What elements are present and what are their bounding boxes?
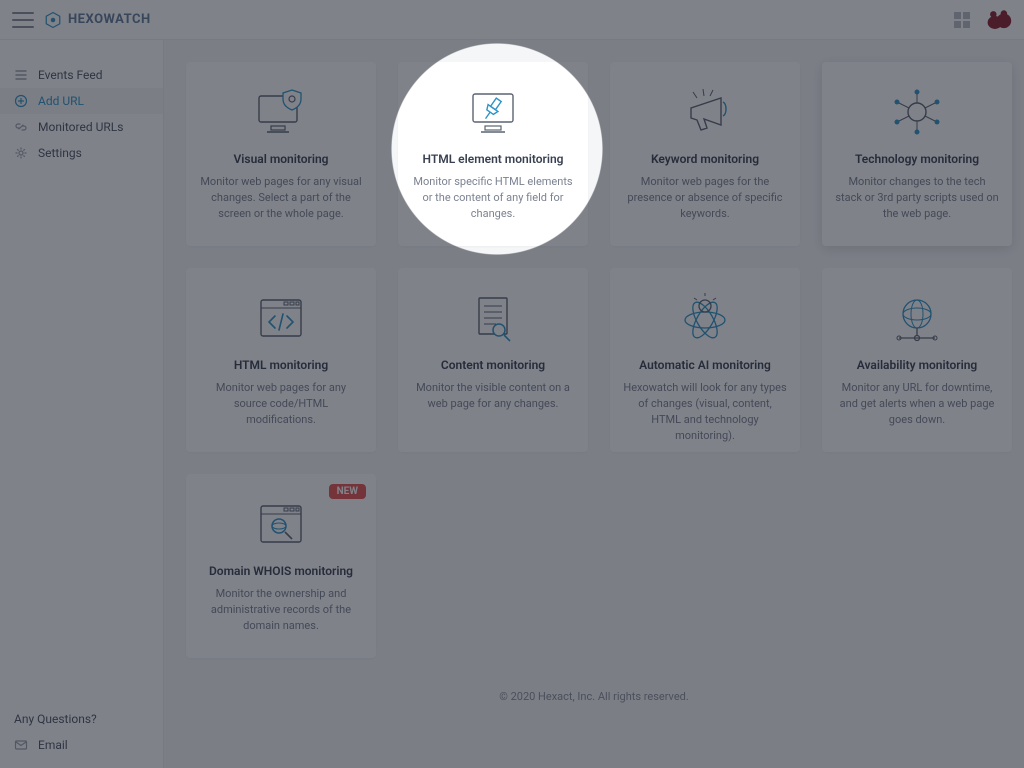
- menu-toggle-icon[interactable]: [12, 12, 34, 28]
- sidebar-item-add-url[interactable]: Add URL: [0, 88, 163, 114]
- sidebar-item-settings[interactable]: Settings: [0, 140, 163, 166]
- brand-text: HEXOWATCH: [68, 12, 151, 27]
- card-desc: Monitor the ownership and administrative…: [198, 586, 364, 634]
- questions-label: Any Questions?: [14, 712, 149, 726]
- sidebar: Events Feed Add URL Monitored URLs Setti…: [0, 40, 164, 768]
- card-content-monitoring[interactable]: Content monitoring Monitor the visible c…: [398, 268, 588, 452]
- card-html-element-monitoring[interactable]: HTML element monitoring Monitor specific…: [398, 62, 588, 246]
- code-window-icon: [198, 286, 364, 350]
- card-title: Domain WHOIS monitoring: [198, 564, 364, 578]
- sidebar-item-email[interactable]: Email: [14, 738, 149, 752]
- card-desc: Monitor any URL for downtime, and get al…: [834, 380, 1000, 428]
- avatar[interactable]: [986, 9, 1012, 31]
- brand-hex-icon: [44, 11, 62, 29]
- plus-circle-icon: [14, 94, 28, 108]
- sidebar-item-monitored-urls[interactable]: Monitored URLs: [0, 114, 163, 140]
- megaphone-icon: [622, 80, 788, 144]
- sidebar-item-label: Monitored URLs: [38, 120, 123, 134]
- mail-icon: [14, 738, 28, 752]
- card-title: Visual monitoring: [198, 152, 364, 166]
- card-keyword-monitoring[interactable]: Keyword monitoring Monitor web pages for…: [610, 62, 800, 246]
- card-desc: Monitor the visible content on a web pag…: [410, 380, 576, 412]
- card-title: Content monitoring: [410, 358, 576, 372]
- card-desc: Monitor web pages for any visual changes…: [198, 174, 364, 222]
- link-icon: [14, 120, 28, 134]
- monitor-pushpin-icon: [410, 80, 576, 144]
- card-availability-monitoring[interactable]: Availability monitoring Monitor any URL …: [822, 268, 1012, 452]
- card-title: Technology monitoring: [834, 152, 1000, 166]
- sidebar-item-label: Events Feed: [38, 68, 103, 82]
- footer-copyright: © 2020 Hexact, Inc. All rights reserved.: [186, 658, 1002, 719]
- card-automatic-ai-monitoring[interactable]: Automatic AI monitoring Hexowatch will l…: [610, 268, 800, 452]
- atom-bulb-icon: [622, 286, 788, 350]
- brand[interactable]: HEXOWATCH: [44, 11, 151, 29]
- globe-network-icon: [834, 286, 1000, 350]
- card-title: Automatic AI monitoring: [622, 358, 788, 372]
- sidebar-item-label: Add URL: [38, 94, 84, 108]
- card-html-monitoring[interactable]: HTML monitoring Monitor web pages for an…: [186, 268, 376, 452]
- window-search-icon: [198, 492, 364, 556]
- card-desc: Hexowatch will look for any types of cha…: [622, 380, 788, 444]
- main-content: Visual monitoring Monitor web pages for …: [164, 40, 1024, 768]
- card-title: HTML element monitoring: [410, 152, 576, 166]
- card-desc: Monitor changes to the tech stack or 3rd…: [834, 174, 1000, 222]
- sidebar-item-label: Settings: [38, 146, 82, 160]
- card-desc: Monitor web pages for any source code/HT…: [198, 380, 364, 428]
- card-domain-whois-monitoring[interactable]: NEW Domain WHOIS monitoring Monitor the …: [186, 474, 376, 658]
- apps-grid-icon[interactable]: [954, 12, 970, 28]
- sidebar-item-label: Email: [38, 738, 68, 752]
- document-search-icon: [410, 286, 576, 350]
- list-icon: [14, 68, 28, 82]
- monitor-shield-icon: [198, 80, 364, 144]
- card-title: Availability monitoring: [834, 358, 1000, 372]
- sidebar-item-events-feed[interactable]: Events Feed: [0, 62, 163, 88]
- card-desc: Monitor specific HTML elements or the co…: [410, 174, 576, 222]
- header: HEXOWATCH: [0, 0, 1024, 40]
- card-title: HTML monitoring: [198, 358, 364, 372]
- card-desc: Monitor web pages for the presence or ab…: [622, 174, 788, 222]
- card-title: Keyword monitoring: [622, 152, 788, 166]
- network-nodes-icon: [834, 80, 1000, 144]
- new-badge: NEW: [329, 484, 366, 499]
- card-visual-monitoring[interactable]: Visual monitoring Monitor web pages for …: [186, 62, 376, 246]
- gear-icon: [14, 146, 28, 160]
- card-technology-monitoring[interactable]: Technology monitoring Monitor changes to…: [822, 62, 1012, 246]
